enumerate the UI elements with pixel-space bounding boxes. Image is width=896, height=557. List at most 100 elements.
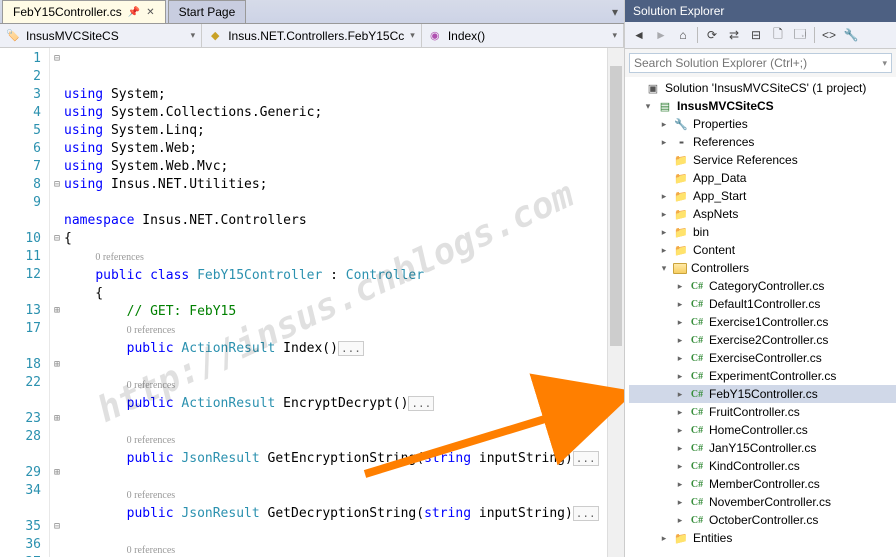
collapse-icon[interactable]: ⊟ (746, 25, 766, 45)
tree-node[interactable]: ▸ExperimentController.cs (629, 367, 896, 385)
crumb-label: Index() (448, 29, 485, 43)
tab-overflow-icon[interactable]: ▾ (606, 1, 624, 23)
namespace-icon: 🏷️ (6, 29, 20, 43)
tree-label: Entities (693, 531, 892, 545)
expand-icon[interactable]: ▸ (675, 425, 685, 436)
tree-label: Exercise1Controller.cs (709, 315, 892, 329)
forward-icon[interactable]: ► (651, 25, 671, 45)
solution-tree[interactable]: Solution 'InsusMVCSiteCS' (1 project) ▾ In… (625, 77, 896, 557)
cs-icon (689, 350, 705, 366)
tree-node[interactable]: ▸AspNets (629, 205, 896, 223)
expand-icon[interactable]: ▸ (659, 137, 669, 148)
search-input[interactable] (634, 56, 882, 70)
tab-active-file[interactable]: FebY15Controller.cs 📌 ✕ (2, 0, 166, 23)
cs-icon (689, 494, 705, 510)
tree-label: Content (693, 243, 892, 257)
panel-title: Solution Explorer (625, 0, 896, 22)
expand-icon[interactable]: ▸ (675, 353, 685, 364)
tree-label: App_Data (693, 171, 892, 185)
tree-label: InsusMVCSiteCS (677, 99, 892, 113)
tree-node[interactable]: ▸App_Start (629, 187, 896, 205)
tree-node[interactable]: ▸JanY15Controller.cs (629, 439, 896, 457)
tree-node[interactable]: ▸ Content (629, 241, 896, 259)
tree-node[interactable]: ▸Default1Controller.cs (629, 295, 896, 313)
proj-icon (657, 98, 673, 114)
tree-node[interactable]: ▸ Entities (629, 529, 896, 547)
tree-node[interactable]: ▸ CategoryController.cs (629, 277, 896, 295)
crumb-namespace[interactable]: 🏷️ InsusMVCSiteCS ▾ (0, 24, 202, 47)
pin-icon[interactable]: 📌 (128, 7, 140, 18)
tree-node[interactable]: ▸Properties (629, 115, 896, 133)
expand-icon[interactable]: ▾ (643, 101, 653, 112)
expand-icon[interactable]: ▸ (675, 281, 685, 292)
code-editor[interactable]: 123456789 101112 1317 1822 2328 2934 353… (0, 48, 624, 557)
tree-node[interactable]: ▸ExerciseController.cs (629, 349, 896, 367)
tree-node[interactable]: ▸ Exercise1Controller.cs (629, 313, 896, 331)
back-icon[interactable]: ◄ (629, 25, 649, 45)
search-dropdown-icon[interactable]: ▾ (882, 58, 887, 69)
expand-icon[interactable]: ▸ (675, 335, 685, 346)
expand-icon[interactable]: ▾ (659, 263, 669, 274)
expand-icon[interactable]: ▸ (675, 461, 685, 472)
close-icon[interactable]: ✕ (146, 7, 154, 18)
crumb-method[interactable]: ◉ Index() ▾ (422, 24, 624, 47)
properties-icon[interactable]: 🗔 (790, 25, 810, 45)
tree-node[interactable]: App_Data (629, 169, 896, 187)
tree-label: CategoryController.cs (709, 279, 892, 293)
tree-node[interactable]: ▸References (629, 133, 896, 151)
scroll-thumb[interactable] (610, 66, 622, 346)
show-all-icon[interactable]: 🗋 (768, 25, 788, 45)
class-icon: ◆ (208, 29, 222, 43)
tree-node[interactable]: ▸OctoberController.cs (629, 511, 896, 529)
tree-node[interactable]: ▸ bin (629, 223, 896, 241)
home-icon[interactable]: ⌂ (673, 25, 693, 45)
chevron-down-icon: ▾ (612, 30, 617, 41)
expand-icon[interactable]: ▸ (659, 245, 669, 256)
expand-icon[interactable]: ▸ (675, 407, 685, 418)
refresh-icon[interactable]: ⇄ (724, 25, 744, 45)
tree-node[interactable]: Solution 'InsusMVCSiteCS' (1 project) (629, 79, 896, 97)
tree-node[interactable]: ▸FruitController.cs (629, 403, 896, 421)
crumb-label: Insus.NET.Controllers.FebY15Cc (228, 29, 404, 43)
sln-icon (645, 80, 661, 96)
solution-explorer: Solution Explorer ◄ ► ⌂ ⟳ ⇄ ⊟ 🗋 🗔 <> 🔧 ▾… (625, 0, 896, 557)
expand-icon[interactable]: ▸ (675, 371, 685, 382)
cs-icon (689, 476, 705, 492)
code-content[interactable]: using System;using System.Collections.Ge… (64, 48, 607, 557)
expand-icon[interactable]: ▸ (675, 317, 685, 328)
sync-icon[interactable]: ⟳ (702, 25, 722, 45)
expand-icon[interactable]: ▸ (675, 299, 685, 310)
crumb-label: InsusMVCSiteCS (26, 29, 119, 43)
cs-icon (689, 440, 705, 456)
tree-node[interactable]: Service References (629, 151, 896, 169)
tree-node[interactable]: ▸MemberController.cs (629, 475, 896, 493)
expand-icon[interactable]: ▸ (659, 191, 669, 202)
tree-node[interactable]: ▾ InsusMVCSiteCS (629, 97, 896, 115)
tree-node[interactable]: ▸NovemberController.cs (629, 493, 896, 511)
view-code-icon[interactable]: <> (819, 25, 839, 45)
expand-icon[interactable]: ▸ (675, 497, 685, 508)
cs-icon (689, 458, 705, 474)
vertical-scrollbar[interactable] (607, 48, 624, 557)
tree-label: bin (693, 225, 892, 239)
expand-icon[interactable]: ▸ (659, 209, 669, 220)
tree-node[interactable]: ▸FebY15Controller.cs (629, 385, 896, 403)
expand-icon[interactable]: ▸ (675, 515, 685, 526)
expand-icon[interactable]: ▸ (675, 443, 685, 454)
expand-icon[interactable]: ▸ (675, 479, 685, 490)
tab-start-page[interactable]: Start Page (168, 0, 247, 23)
expand-icon[interactable]: ▸ (659, 119, 669, 130)
expand-icon[interactable]: ▸ (659, 227, 669, 238)
tree-node[interactable]: ▸Exercise2Controller.cs (629, 331, 896, 349)
tree-node[interactable]: ▸HomeController.cs (629, 421, 896, 439)
expand-icon[interactable]: ▸ (659, 533, 669, 544)
fold-gutter[interactable]: ⊟ ⊟ ⊟ ⊞ ⊞ ⊞ ⊞ ⊟ (50, 48, 64, 557)
expand-icon[interactable]: ▸ (675, 389, 685, 400)
nav-breadcrumb-bar: 🏷️ InsusMVCSiteCS ▾ ◆ Insus.NET.Controll… (0, 24, 624, 48)
wrench-icon (673, 116, 689, 132)
se-search-box[interactable]: ▾ (629, 53, 892, 73)
tree-node[interactable]: ▾Controllers (629, 259, 896, 277)
crumb-class[interactable]: ◆ Insus.NET.Controllers.FebY15Cc ▾ (202, 24, 422, 47)
wrench-icon[interactable]: 🔧 (841, 25, 861, 45)
tree-node[interactable]: ▸KindController.cs (629, 457, 896, 475)
